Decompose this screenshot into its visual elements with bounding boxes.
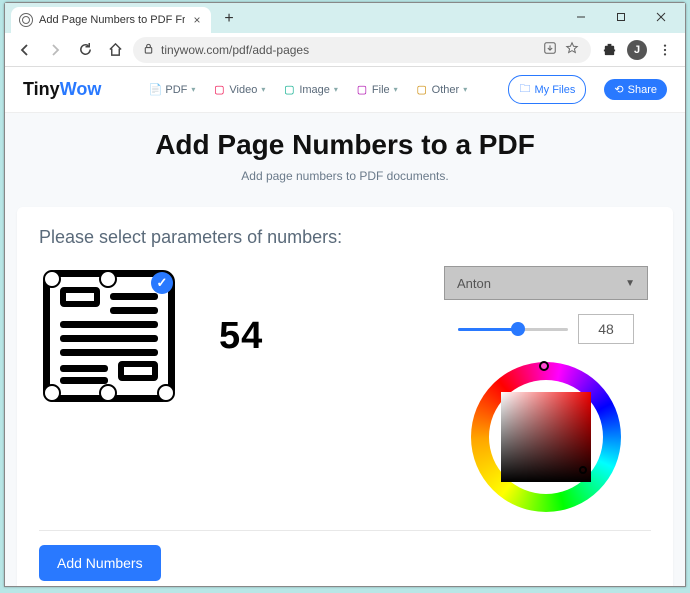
hero: Add Page Numbers to a PDF Add page numbe… <box>5 113 685 197</box>
position-top-center[interactable] <box>99 270 117 288</box>
position-bottom-center[interactable] <box>99 384 117 402</box>
position-selector[interactable]: ✓ <box>39 266 179 406</box>
video-icon: ▢ <box>213 84 225 96</box>
number-preview: 54 <box>219 315 263 358</box>
site-logo[interactable]: TinyWow <box>23 79 101 100</box>
position-bottom-right[interactable] <box>157 384 175 402</box>
minimize-button[interactable] <box>561 5 601 29</box>
close-icon[interactable]: × <box>191 14 203 26</box>
pdf-icon: 📄 <box>149 84 161 96</box>
chevron-down-icon: ▾ <box>191 85 195 94</box>
divider <box>39 530 651 531</box>
hue-marker[interactable] <box>539 361 549 371</box>
new-tab-button[interactable]: + <box>217 7 241 31</box>
size-slider[interactable] <box>458 320 568 338</box>
back-button[interactable] <box>13 38 37 62</box>
maximize-button[interactable] <box>601 5 641 29</box>
star-icon[interactable] <box>565 41 581 58</box>
browser-tab[interactable]: Add Page Numbers to PDF Free × <box>11 7 211 33</box>
nav-file[interactable]: ▢File▾ <box>356 84 398 96</box>
chevron-down-icon: ▾ <box>463 85 467 94</box>
address-bar: tinywow.com/pdf/add-pages J <box>5 33 685 67</box>
card-title: Please select parameters of numbers: <box>39 227 651 248</box>
nav-pdf[interactable]: 📄PDF▾ <box>149 84 195 96</box>
chevron-down-icon: ▼ <box>625 278 635 289</box>
reload-button[interactable] <box>73 38 97 62</box>
chevron-down-icon: ▾ <box>394 85 398 94</box>
position-top-right-selected[interactable]: ✓ <box>151 272 173 294</box>
chevron-down-icon: ▾ <box>261 85 265 94</box>
image-icon: ▢ <box>283 84 295 96</box>
site-navbar: TinyWow 📄PDF▾ ▢Video▾ ▢Image▾ ▢File▾ ▢Ot… <box>5 67 685 113</box>
page-subtitle: Add page numbers to PDF documents. <box>5 169 685 183</box>
parameters-card: Please select parameters of numbers: <box>17 207 673 586</box>
forward-button[interactable] <box>43 38 67 62</box>
nav-image[interactable]: ▢Image▾ <box>283 84 338 96</box>
close-window-button[interactable] <box>641 5 681 29</box>
extensions-button[interactable] <box>597 38 621 62</box>
my-files-button[interactable]: 🗀My Files <box>508 75 586 104</box>
window-titlebar: Add Page Numbers to PDF Free × + <box>5 3 685 33</box>
url-input[interactable]: tinywow.com/pdf/add-pages <box>133 37 591 63</box>
color-picker[interactable] <box>471 362 621 512</box>
slider-thumb[interactable] <box>511 322 525 336</box>
file-icon: ▢ <box>356 84 368 96</box>
tab-title: Add Page Numbers to PDF Free <box>39 14 185 26</box>
color-saturation-box[interactable] <box>501 392 591 482</box>
home-button[interactable] <box>103 38 127 62</box>
url-text: tinywow.com/pdf/add-pages <box>161 43 537 57</box>
size-input[interactable] <box>578 314 634 344</box>
position-top-left[interactable] <box>43 270 61 288</box>
font-selected-value: Anton <box>457 276 491 291</box>
lock-icon <box>143 43 155 57</box>
add-numbers-button[interactable]: Add Numbers <box>39 545 161 581</box>
folder-icon: 🗀 <box>519 80 530 99</box>
install-icon[interactable] <box>543 41 559 58</box>
nav-other[interactable]: ▢Other▾ <box>416 84 468 96</box>
chevron-down-icon: ▾ <box>334 85 338 94</box>
position-bottom-left[interactable] <box>43 384 61 402</box>
share-icon: ⟲ <box>614 83 623 96</box>
menu-button[interactable] <box>653 38 677 62</box>
nav-video[interactable]: ▢Video▾ <box>213 84 265 96</box>
font-select[interactable]: Anton ▼ <box>444 266 648 300</box>
saturation-marker[interactable] <box>579 466 587 474</box>
profile-avatar[interactable]: J <box>627 40 647 60</box>
share-button[interactable]: ⟲Share <box>604 79 667 100</box>
page-title: Add Page Numbers to a PDF <box>5 129 685 161</box>
other-icon: ▢ <box>416 84 428 96</box>
page-content: TinyWow 📄PDF▾ ▢Video▾ ▢Image▾ ▢File▾ ▢Ot… <box>5 67 685 586</box>
globe-icon <box>19 13 33 27</box>
